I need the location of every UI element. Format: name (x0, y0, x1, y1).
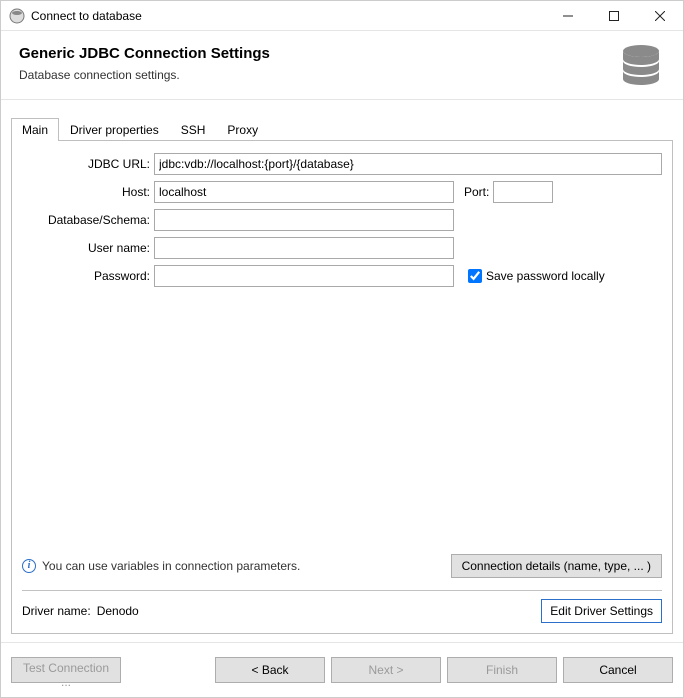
divider (22, 590, 662, 591)
footer: Test Connection ... < Back Next > Finish… (1, 642, 683, 697)
tab-proxy[interactable]: Proxy (216, 118, 269, 141)
save-password-container[interactable]: Save password locally (464, 266, 605, 286)
tabstrip: Main Driver properties SSH Proxy (11, 114, 673, 140)
driver-name-value: Denodo (97, 604, 139, 618)
database-schema-input[interactable] (154, 209, 454, 231)
app-icon (9, 8, 25, 24)
tab-panel-main: JDBC URL: Host: Port: Database/Schema: U… (11, 140, 673, 634)
save-password-label: Save password locally (486, 269, 605, 283)
info-icon: i (22, 559, 36, 573)
driver-name-label: Driver name: (22, 604, 91, 618)
titlebar: Connect to database (1, 1, 683, 31)
edit-driver-settings-button[interactable]: Edit Driver Settings (541, 599, 662, 623)
database-icon (617, 41, 665, 89)
host-label: Host: (22, 185, 154, 199)
username-input[interactable] (154, 237, 454, 259)
dialog-window: Connect to database Generic JDBC Connect… (0, 0, 684, 698)
cancel-button[interactable]: Cancel (563, 657, 673, 683)
body: Main Driver properties SSH Proxy JDBC UR… (1, 100, 683, 642)
save-password-checkbox[interactable] (468, 269, 482, 283)
page-subtitle: Database connection settings. (19, 68, 270, 82)
username-label: User name: (22, 241, 154, 255)
database-schema-label: Database/Schema: (22, 213, 154, 227)
password-input[interactable] (154, 265, 454, 287)
jdbc-url-input[interactable] (154, 153, 662, 175)
tab-main[interactable]: Main (11, 118, 59, 141)
tab-ssh[interactable]: SSH (170, 118, 217, 141)
password-label: Password: (22, 269, 154, 283)
close-button[interactable] (637, 1, 683, 31)
back-button[interactable]: < Back (215, 657, 325, 683)
connection-details-button[interactable]: Connection details (name, type, ... ) (451, 554, 662, 578)
maximize-button[interactable] (591, 1, 637, 31)
window-buttons (545, 1, 683, 31)
header: Generic JDBC Connection Settings Databas… (1, 31, 683, 100)
finish-button[interactable]: Finish (447, 657, 557, 683)
minimize-button[interactable] (545, 1, 591, 31)
host-input[interactable] (154, 181, 454, 203)
next-button[interactable]: Next > (331, 657, 441, 683)
test-connection-button[interactable]: Test Connection ... (11, 657, 121, 683)
info-text: You can use variables in connection para… (42, 559, 300, 573)
window-title: Connect to database (31, 9, 545, 23)
jdbc-url-label: JDBC URL: (22, 157, 154, 171)
port-input[interactable] (493, 181, 553, 203)
port-label: Port: (464, 185, 489, 199)
tab-driver-properties[interactable]: Driver properties (59, 118, 170, 141)
page-title: Generic JDBC Connection Settings (19, 45, 270, 62)
